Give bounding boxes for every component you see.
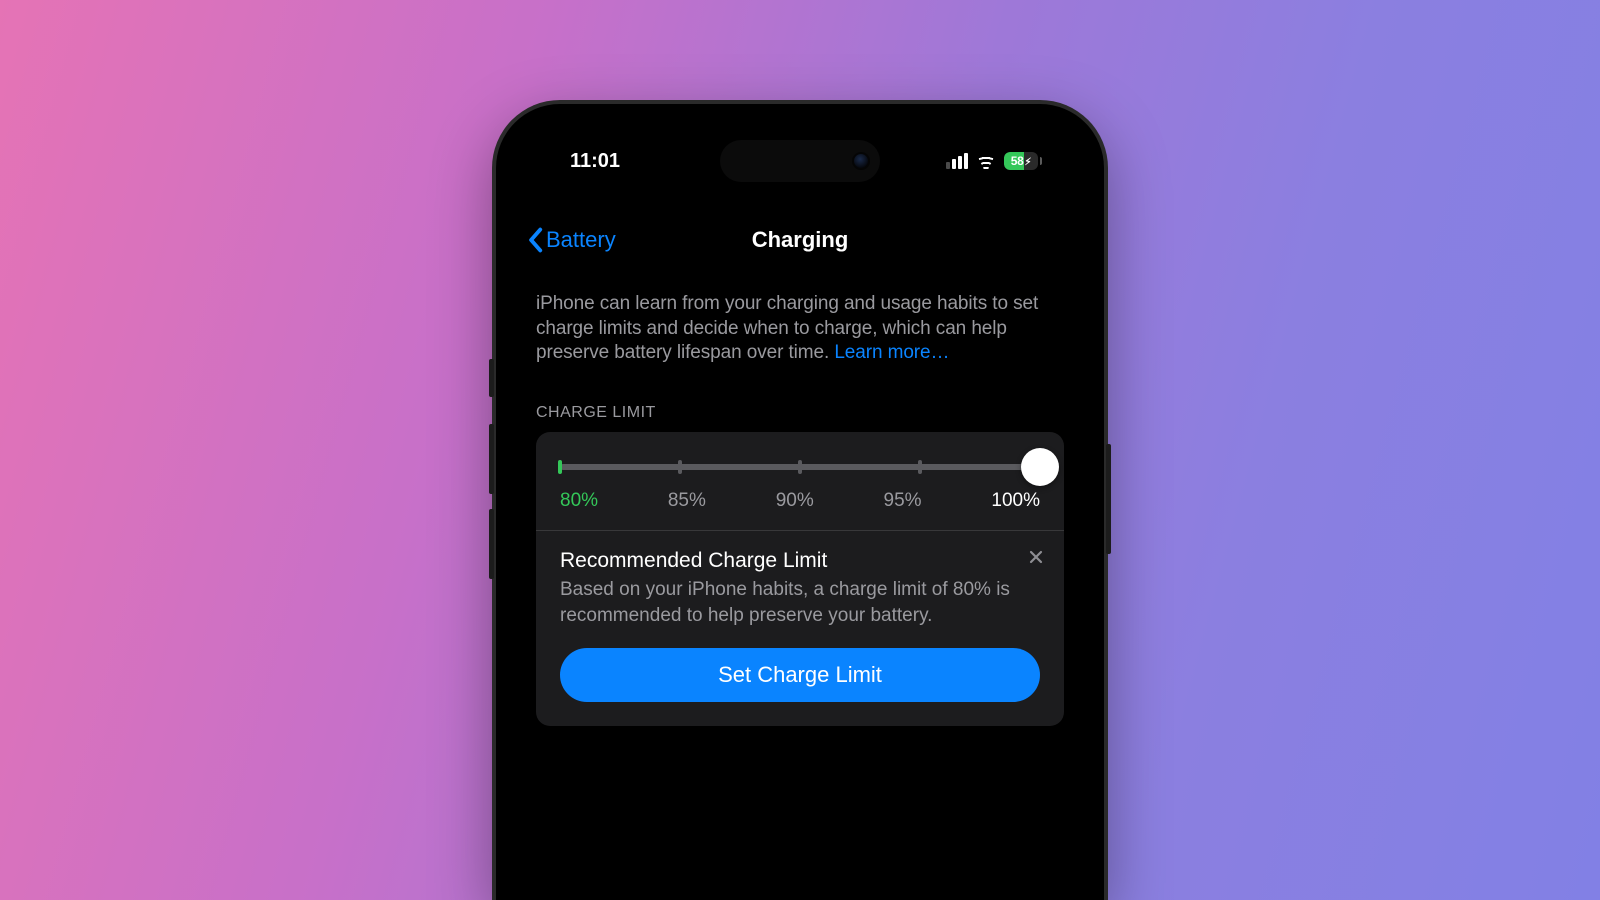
close-icon [1028,549,1044,565]
side-button [1106,444,1111,554]
battery-indicator: 58⚡︎ [1004,152,1042,170]
volume-down-button [489,509,494,579]
content: iPhone can learn from your charging and … [514,292,1086,900]
wifi-icon [976,153,996,169]
cellular-icon [946,153,968,169]
intro-text: iPhone can learn from your charging and … [536,292,1064,366]
recommendation-title: Recommended Charge Limit [560,549,1040,573]
battery-percent-text: 58 [1011,154,1024,168]
clock: 11:01 [570,150,620,173]
iphone-frame: 11:01 58⚡︎ Battery Charging [492,100,1108,900]
scale-85: 85% [668,490,706,512]
slider-tick-80 [558,460,562,474]
volume-up-button [489,424,494,494]
scale-80: 80% [560,490,598,512]
charge-limit-slider[interactable] [560,464,1040,470]
page-title: Charging [752,227,849,253]
section-header-charge-limit: CHARGE LIMIT [536,404,1064,422]
front-camera-icon [852,152,870,170]
action-button [489,359,494,397]
slider-tick-90 [798,460,802,474]
learn-more-link[interactable]: Learn more… [834,342,949,363]
charging-bolt-icon: ⚡︎ [1025,157,1032,168]
slider-scale: 80% 85% 90% 95% 100% [560,490,1040,512]
slider-thumb[interactable] [1021,448,1059,486]
navigation-bar: Battery Charging [514,217,1086,263]
charge-limit-card: 80% 85% 90% 95% 100% Recommended Charge … [536,432,1064,726]
back-label: Battery [546,227,616,253]
set-charge-limit-button[interactable]: Set Charge Limit [560,648,1040,702]
close-button[interactable] [1022,543,1050,571]
scale-95: 95% [884,490,922,512]
dynamic-island [720,140,880,182]
recommendation-panel: Recommended Charge Limit Based on your i… [536,531,1064,726]
slider-tick-85 [678,460,682,474]
scale-90: 90% [776,490,814,512]
back-button[interactable]: Battery [526,227,616,253]
scale-100: 100% [991,490,1040,512]
slider-tick-95 [918,460,922,474]
recommendation-body: Based on your iPhone habits, a charge li… [560,577,1040,628]
intro-body: iPhone can learn from your charging and … [536,293,1038,363]
chevron-left-icon [526,227,544,253]
screen: 11:01 58⚡︎ Battery Charging [514,122,1086,900]
